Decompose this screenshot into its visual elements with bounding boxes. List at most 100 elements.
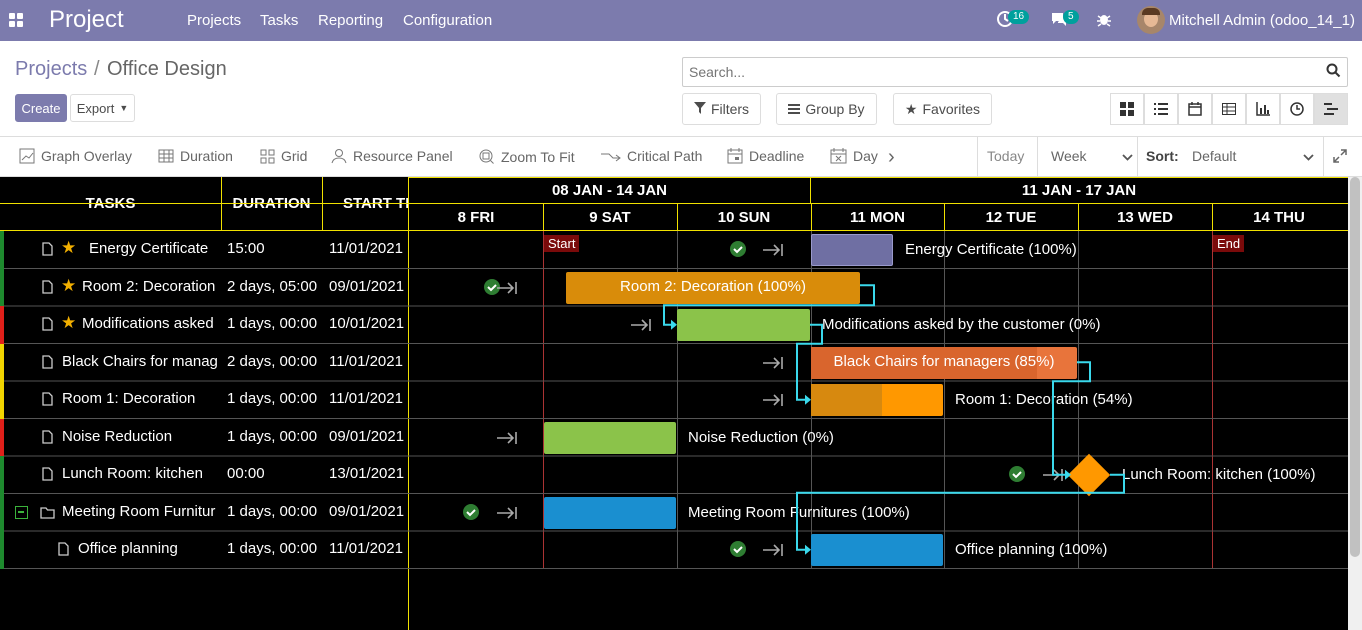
menu-configuration[interactable]: Configuration — [403, 12, 492, 29]
move-to-start-icon[interactable] — [496, 506, 518, 523]
grid-button[interactable]: Grid — [260, 148, 307, 164]
graph-overlay-button[interactable]: Graph Overlay — [19, 148, 132, 164]
deadline-button[interactable]: Deadline — [727, 148, 804, 164]
done-check-icon — [1009, 466, 1025, 485]
critical-path-label: Critical Path — [627, 148, 703, 164]
task-start: 09/01/2021 — [329, 427, 405, 445]
critical-path-button[interactable]: Critical Path — [601, 148, 702, 164]
filters-button[interactable]: Filters — [682, 93, 761, 125]
move-to-start-icon[interactable] — [1042, 468, 1064, 485]
app-brand[interactable]: Project — [49, 6, 124, 34]
create-button[interactable]: Create — [15, 94, 67, 122]
task-name: Black Chairs for manag — [62, 352, 218, 370]
status-indicator — [0, 343, 4, 381]
user-icon — [331, 149, 347, 164]
user-menu[interactable]: Mitchell Admin (odoo_14_1) — [1169, 12, 1355, 29]
calendar-view-icon[interactable] — [1178, 93, 1212, 125]
vertical-scrollbar[interactable] — [1348, 177, 1362, 630]
chevron-right-icon[interactable]: › — [888, 146, 895, 169]
task-row[interactable]: Meeting Room Furnitur 1 days, 00:00 09/0… — [0, 493, 408, 531]
task-bar[interactable] — [811, 234, 893, 266]
task-start: 13/01/2021 — [329, 465, 405, 482]
task-row[interactable]: ★ Energy Certificate 15:00 11/01/2021 — [0, 231, 408, 269]
task-row[interactable]: Black Chairs for manag 2 days, 00:00 11/… — [0, 343, 408, 381]
move-to-start-icon[interactable] — [762, 393, 784, 410]
task-start: 11/01/2021 — [329, 540, 403, 557]
caret-down-icon: ▼ — [119, 103, 129, 113]
search-icon[interactable] — [1326, 63, 1341, 81]
today-button[interactable]: Today — [987, 148, 1024, 164]
move-to-start-icon[interactable] — [496, 431, 518, 448]
pivot-view-icon[interactable] — [1212, 93, 1246, 125]
resource-panel-button[interactable]: Resource Panel — [331, 148, 453, 164]
done-check-icon — [730, 241, 746, 260]
task-row[interactable]: Room 1: Decoration 1 days, 00:00 11/01/2… — [0, 381, 408, 419]
menu-tasks[interactable]: Tasks — [260, 12, 298, 29]
filters-label: Filters — [710, 101, 750, 117]
task-bar[interactable] — [677, 309, 810, 341]
kanban-view-icon[interactable] — [1110, 93, 1144, 125]
duration-button[interactable]: Duration — [158, 148, 233, 164]
task-row[interactable]: Lunch Room: kitchen 00:00 13/01/2021 — [0, 456, 408, 494]
task-duration: 1 days, 00:00 — [227, 502, 318, 520]
favorites-label: Favorites — [922, 101, 981, 117]
export-button[interactable]: Export ▼ — [70, 94, 135, 122]
move-to-start-icon[interactable] — [762, 543, 784, 560]
zoom-to-fit-button[interactable]: Zoom To Fit — [478, 148, 575, 165]
task-row[interactable]: Noise Reduction 1 days, 00:00 09/01/2021 — [0, 418, 408, 456]
task-start: 09/01/2021 — [329, 277, 405, 295]
resource-panel-label: Resource Panel — [353, 148, 453, 164]
task-row[interactable]: ★ Room 2: Decoration 2 days, 05:00 09/01… — [0, 268, 408, 306]
graph-view-icon[interactable] — [1246, 93, 1280, 125]
breadcrumb-projects[interactable]: Projects — [15, 58, 87, 81]
move-to-start-icon[interactable] — [762, 243, 784, 260]
move-to-start-icon[interactable] — [762, 356, 784, 373]
gantt-view-icon[interactable] — [1314, 93, 1348, 125]
task-name: Meeting Room Furnitur — [62, 502, 216, 520]
user-avatar[interactable] — [1137, 6, 1165, 34]
list-view-icon[interactable] — [1144, 93, 1178, 125]
status-indicator — [0, 418, 4, 456]
task-duration: 1 days, 00:00 — [227, 427, 318, 445]
task-name: Noise Reduction — [62, 427, 173, 445]
move-to-start-icon[interactable] — [496, 281, 518, 298]
task-duration: 2 days, 00:00 — [227, 352, 318, 370]
graph-overlay-icon — [19, 148, 35, 164]
activity-view-icon[interactable] — [1280, 93, 1314, 125]
search-input[interactable] — [682, 57, 1348, 87]
task-bar[interactable] — [544, 421, 676, 454]
task-bar[interactable] — [811, 534, 943, 566]
expand-icon[interactable] — [1333, 149, 1347, 163]
debug-bug-icon[interactable] — [1096, 11, 1112, 31]
start-marker: Start — [544, 235, 580, 252]
apps-menu-icon[interactable] — [9, 13, 23, 27]
task-duration: 1 days, 00:00 — [227, 315, 318, 332]
toolbar-divider — [1323, 137, 1324, 177]
favorites-button[interactable]: ★ Favorites — [893, 93, 992, 125]
zoom-to-fit-label: Zoom To Fit — [501, 148, 575, 165]
star-icon[interactable]: ★ — [61, 238, 76, 258]
star-icon[interactable]: ★ — [61, 313, 76, 333]
sort-select[interactable]: Default — [1192, 148, 1314, 164]
menu-reporting[interactable]: Reporting — [318, 12, 383, 29]
task-bar[interactable] — [544, 496, 676, 529]
move-to-start-icon[interactable] — [630, 318, 652, 335]
status-indicator — [0, 531, 4, 569]
grid-icon — [260, 149, 275, 163]
task-icon — [42, 429, 53, 448]
task-bar[interactable] — [811, 384, 943, 416]
task-row[interactable]: Office planning 1 days, 00:00 11/01/2021 — [0, 531, 408, 569]
sort-value: Default — [1192, 148, 1237, 164]
task-row[interactable]: ★ Modifications asked 1 days, 00:00 10/0… — [0, 306, 408, 344]
task-duration: 2 days, 05:00 — [227, 277, 318, 295]
collapse-icon[interactable] — [15, 505, 28, 519]
scale-select[interactable]: Week — [1051, 148, 1133, 164]
status-indicator — [0, 306, 4, 344]
status-indicator — [0, 456, 4, 494]
group-by-button[interactable]: Group By — [776, 93, 877, 125]
day-button[interactable]: Day — [830, 148, 878, 164]
scrollbar-thumb[interactable] — [1350, 177, 1360, 557]
star-icon[interactable]: ★ — [61, 276, 76, 296]
menu-projects[interactable]: Projects — [187, 12, 241, 29]
activity-count-badge: 16 — [1008, 10, 1030, 24]
